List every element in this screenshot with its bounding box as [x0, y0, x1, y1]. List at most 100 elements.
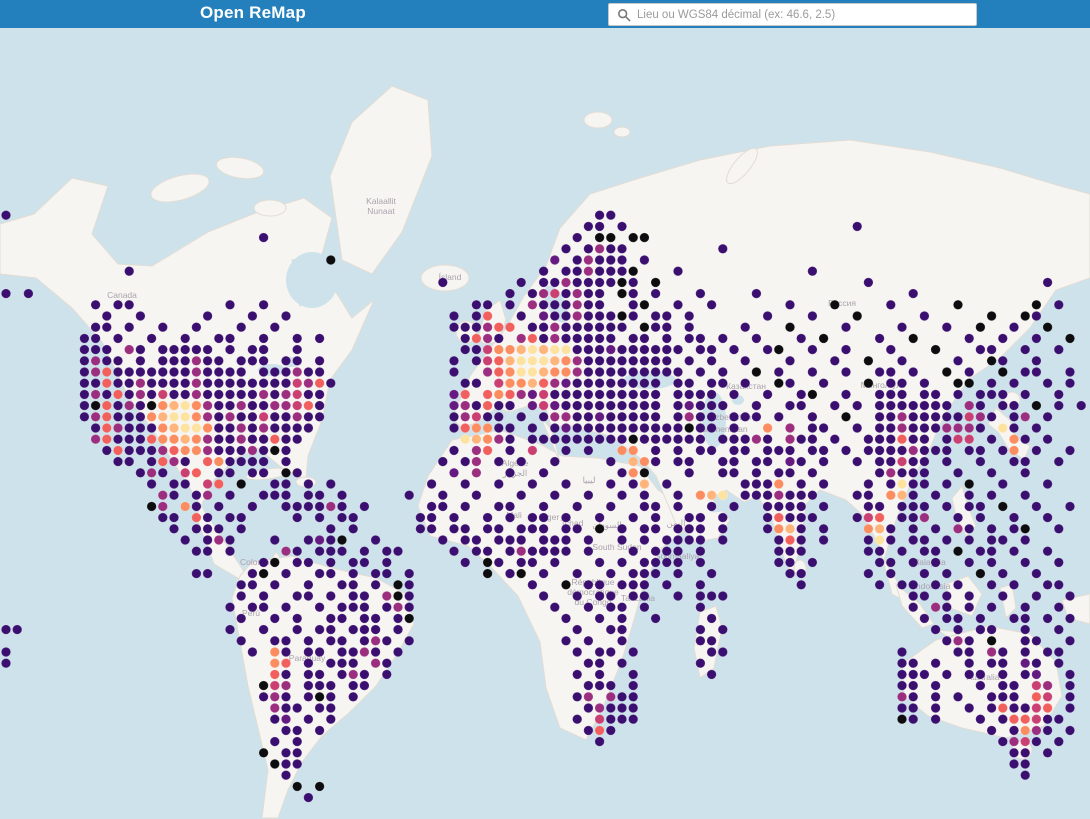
- density-dot[interactable]: [941, 478, 952, 490]
- density-dot[interactable]: [1053, 714, 1064, 725]
- density-dot[interactable]: [247, 456, 258, 467]
- density-dot[interactable]: [583, 266, 594, 277]
- density-dot[interactable]: [1008, 456, 1020, 467]
- density-dot[interactable]: [717, 378, 728, 389]
- density-dot[interactable]: [460, 456, 471, 467]
- density-dot[interactable]: [740, 445, 751, 456]
- density-dot[interactable]: [572, 691, 583, 702]
- density-dot[interactable]: [773, 490, 784, 501]
- density-dot[interactable]: [784, 534, 796, 546]
- density-dot[interactable]: [818, 478, 829, 490]
- density-dot[interactable]: [975, 445, 986, 456]
- density-dot[interactable]: [964, 501, 975, 512]
- density-dot[interactable]: [224, 400, 236, 411]
- density-dot[interactable]: [146, 333, 157, 344]
- density-dot[interactable]: [1053, 624, 1064, 635]
- density-dot[interactable]: [101, 434, 112, 445]
- density-dot[interactable]: [224, 456, 236, 467]
- density-dot[interactable]: [79, 378, 90, 389]
- density-dot[interactable]: [460, 333, 471, 344]
- density-dot[interactable]: [986, 344, 997, 355]
- density-dot[interactable]: [90, 434, 101, 445]
- density-dot[interactable]: [471, 467, 482, 478]
- density-dot[interactable]: [852, 400, 863, 411]
- density-dot[interactable]: [1008, 714, 1020, 725]
- density-dot[interactable]: [1042, 725, 1053, 736]
- density-dot[interactable]: [706, 590, 717, 602]
- density-dot[interactable]: [661, 355, 672, 366]
- density-dot[interactable]: [538, 467, 549, 478]
- density-dot[interactable]: [560, 434, 572, 445]
- density-dot[interactable]: [258, 422, 269, 434]
- density-dot[interactable]: [516, 277, 527, 288]
- density-dot[interactable]: [392, 546, 404, 557]
- density-dot[interactable]: [728, 456, 740, 467]
- density-dot[interactable]: [336, 490, 348, 501]
- density-dot[interactable]: [605, 355, 616, 366]
- density-dot[interactable]: [157, 378, 168, 389]
- density-dot[interactable]: [280, 758, 292, 770]
- density-dot[interactable]: [112, 411, 124, 422]
- density-dot[interactable]: [684, 411, 695, 422]
- density-dot[interactable]: [605, 624, 616, 635]
- density-dot[interactable]: [280, 568, 292, 579]
- density-dot[interactable]: [560, 333, 572, 344]
- density-dot[interactable]: [381, 557, 392, 568]
- density-dot[interactable]: [146, 456, 157, 467]
- density-dot[interactable]: [695, 534, 706, 546]
- density-dot[interactable]: [560, 243, 572, 254]
- density-dot[interactable]: [874, 546, 885, 557]
- density-dot[interactable]: [695, 344, 706, 355]
- density-dot[interactable]: [784, 568, 796, 579]
- density-dot[interactable]: [258, 344, 269, 355]
- density-dot[interactable]: [919, 478, 930, 490]
- density-dot[interactable]: [639, 434, 650, 445]
- density-dot[interactable]: [236, 411, 247, 422]
- density-dot[interactable]: [269, 389, 280, 400]
- density-dot[interactable]: [213, 355, 224, 366]
- density-dot[interactable]: [482, 434, 493, 445]
- density-dot[interactable]: [908, 478, 919, 490]
- density-dot[interactable]: [672, 590, 684, 602]
- density-dot[interactable]: [572, 254, 583, 266]
- density-dot[interactable]: [493, 389, 504, 400]
- density-dot[interactable]: [280, 602, 292, 613]
- density-dot[interactable]: [168, 422, 180, 434]
- density-dot[interactable]: [292, 758, 303, 770]
- density-dot[interactable]: [997, 669, 1008, 680]
- density-dot[interactable]: [460, 434, 471, 445]
- density-dot[interactable]: [672, 389, 684, 400]
- density-dot[interactable]: [549, 378, 560, 389]
- density-dot[interactable]: [717, 646, 728, 658]
- density-dot[interactable]: [359, 557, 370, 568]
- density-dot[interactable]: [504, 400, 516, 411]
- density-dot[interactable]: [112, 422, 124, 434]
- density-dot[interactable]: [605, 411, 616, 422]
- density-dot[interactable]: [583, 389, 594, 400]
- density-dot[interactable]: [863, 546, 874, 557]
- density-dot[interactable]: [863, 512, 874, 523]
- density-dot[interactable]: [717, 400, 728, 411]
- density-dot[interactable]: [616, 523, 628, 534]
- density-dot[interactable]: [549, 344, 560, 355]
- density-dot[interactable]: [236, 635, 247, 646]
- density-dot[interactable]: [112, 378, 124, 389]
- density-dot[interactable]: [594, 288, 605, 299]
- density-dot[interactable]: [1031, 680, 1042, 691]
- density-dot[interactable]: [560, 512, 572, 523]
- density-dot[interactable]: [560, 534, 572, 546]
- density-dot[interactable]: [594, 210, 605, 221]
- density-dot[interactable]: [628, 546, 639, 557]
- density-dot[interactable]: [124, 322, 135, 333]
- density-dot[interactable]: [997, 646, 1008, 658]
- density-dot[interactable]: [762, 456, 773, 467]
- density-dot[interactable]: [292, 546, 303, 557]
- density-dot[interactable]: [303, 635, 314, 646]
- density-dot[interactable]: [124, 299, 135, 310]
- density-dot[interactable]: [740, 434, 751, 445]
- density-dot[interactable]: [236, 366, 247, 378]
- density-dot[interactable]: [717, 534, 728, 546]
- density-dot[interactable]: [560, 613, 572, 624]
- density-dot[interactable]: [280, 702, 292, 714]
- density-dot[interactable]: [975, 456, 986, 467]
